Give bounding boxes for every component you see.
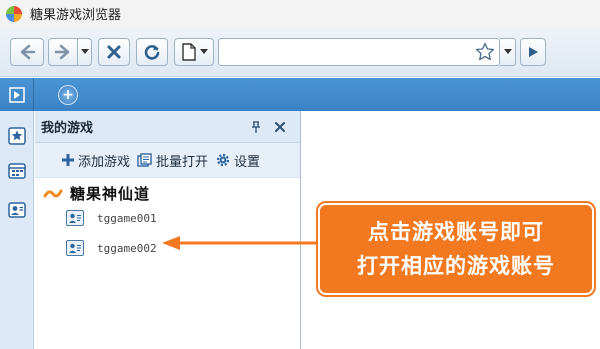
gear-icon — [216, 153, 230, 167]
callout-line-1: 点击游戏账号即可 — [368, 220, 544, 244]
plus-icon — [62, 154, 74, 166]
add-game-label: 添加游戏 — [78, 154, 131, 170]
arrow-left-icon — [20, 44, 36, 59]
callout-line-2: 打开相应的游戏账号 — [357, 254, 555, 278]
app-logo-icon — [6, 5, 22, 22]
batch-open-button[interactable]: 批量打开 — [137, 151, 208, 170]
new-tab-button[interactable]: + — [58, 84, 78, 105]
annotation-arrow — [162, 236, 318, 250]
user-card-icon — [8, 202, 26, 218]
account-name: tggame002 — [97, 241, 157, 255]
rail-accounts-button[interactable] — [7, 200, 27, 220]
close-icon[interactable] — [273, 120, 287, 134]
rail-favorites-button[interactable] — [7, 126, 27, 146]
calendar-list-icon — [8, 163, 26, 179]
sidebar-rail — [0, 111, 34, 349]
rail-games-button[interactable] — [7, 161, 27, 181]
address-dropdown[interactable] — [500, 37, 516, 66]
game-group[interactable]: 糖果神仙道 — [43, 183, 150, 204]
forward-button[interactable] — [48, 37, 78, 66]
my-games-panel: 我的游戏 添加游戏 批量打开 设置 糖果神仙道 tggame001 tggame… — [35, 111, 301, 349]
forward-history-dropdown[interactable] — [78, 37, 92, 66]
back-button[interactable] — [10, 37, 44, 66]
pin-icon[interactable] — [249, 120, 263, 134]
account-name: tggame001 — [97, 211, 157, 225]
arrow-right-icon — [54, 44, 70, 59]
refresh-icon — [144, 44, 160, 60]
annotation-callout: 点击游戏账号即可 打开相应的游戏账号 — [318, 203, 594, 295]
star-box-icon — [8, 127, 26, 145]
batch-open-label: 批量打开 — [156, 154, 209, 170]
account-card-icon — [66, 240, 84, 256]
go-button[interactable] — [520, 37, 546, 66]
refresh-button[interactable] — [136, 37, 168, 66]
settings-button[interactable]: 设置 — [215, 151, 260, 170]
navigation-toolbar — [0, 27, 600, 77]
chevron-down-icon — [80, 48, 89, 54]
address-bar — [218, 37, 500, 66]
window-title: 糖果游戏浏览器 — [30, 8, 122, 23]
sidebar-toggle-button[interactable] — [0, 78, 34, 111]
settings-label: 设置 — [234, 154, 261, 170]
game-name: 糖果神仙道 — [70, 185, 151, 203]
close-x-icon — [107, 45, 121, 58]
add-game-button[interactable]: 添加游戏 — [61, 151, 130, 170]
plus-icon: + — [62, 86, 74, 103]
chevron-down-icon — [503, 48, 512, 54]
account-card-icon — [66, 210, 84, 226]
batch-open-icon — [137, 153, 152, 167]
title-bar: 糖果游戏浏览器 — [0, 0, 600, 27]
document-icon — [181, 42, 196, 61]
play-arrow-icon — [529, 46, 538, 57]
panel-title: 我的游戏 — [41, 121, 94, 136]
account-item[interactable]: tggame002 — [66, 240, 157, 256]
chevron-down-icon — [199, 48, 208, 54]
panel-actions: 添加游戏 批量打开 设置 — [35, 143, 300, 178]
account-item[interactable]: tggame001 — [66, 210, 157, 226]
address-input[interactable] — [219, 39, 475, 64]
stop-button[interactable] — [98, 37, 130, 66]
sidebar-panel-icon — [8, 86, 25, 103]
tab-strip: + — [0, 78, 600, 111]
star-icon[interactable] — [475, 42, 495, 62]
candy-game-icon — [43, 189, 63, 197]
page-menu-button[interactable] — [174, 37, 214, 66]
